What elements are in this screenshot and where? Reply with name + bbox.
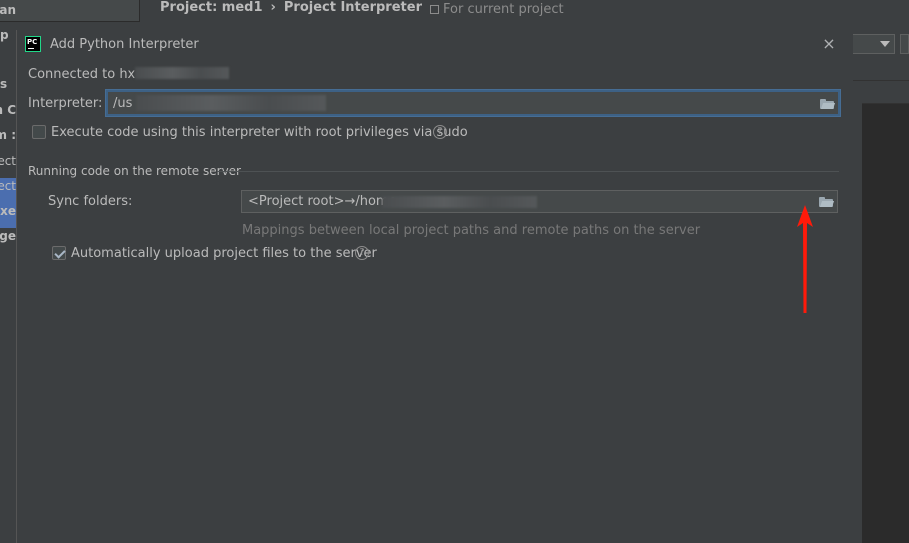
interpreter-combobox[interactable] (853, 34, 895, 54)
packages-table-header (862, 84, 909, 104)
sidebar-item[interactable]: Exe (0, 204, 16, 218)
interpreter-settings-button[interactable] (900, 34, 909, 54)
sidebar-item[interactable]: ge (0, 229, 16, 243)
sync-folders-hint: Mappings between local project paths and… (242, 223, 701, 238)
folder-icon[interactable] (820, 99, 836, 109)
interpreter-path-input[interactable]: /us (106, 90, 840, 116)
redacted-remote-path (382, 196, 537, 208)
for-current-project-label: For current project (443, 2, 564, 17)
dialog-title: Add Python Interpreter (50, 37, 199, 52)
interpreter-path-value: /us (113, 96, 133, 111)
sync-folders-input[interactable]: <Project root>→/home (241, 190, 838, 213)
auto-upload-label[interactable]: Automatically upload project files to th… (71, 246, 377, 261)
add-python-interpreter-dialog: PC Add Python Interpreter × Connected to… (16, 30, 853, 543)
close-icon[interactable]: × (821, 36, 837, 52)
connected-label: Connected to hx (28, 67, 136, 82)
divider (853, 80, 909, 81)
help-icon[interactable]: ? (355, 246, 369, 260)
auto-upload-checkbox[interactable] (52, 246, 66, 260)
project-scope-icon (430, 5, 439, 14)
breadcrumb: Project: med1 › Project Interpreter (160, 0, 422, 15)
sidebar-item[interactable]: : m (0, 128, 16, 142)
breadcrumb-project[interactable]: Project: med1 (160, 0, 263, 15)
red-arrow-annotation (797, 205, 813, 313)
sync-folders-label: Sync folders: (48, 194, 133, 209)
breadcrumb-separator: › (270, 0, 276, 15)
sudo-label[interactable]: Execute code using this interpreter with… (51, 125, 468, 140)
pycharm-logo-icon: PC (25, 36, 41, 52)
chevron-down-icon (880, 41, 890, 47)
remote-section-title: Running code on the remote server (28, 164, 241, 178)
sidebar-item[interactable]: s (0, 77, 16, 91)
connection-status: Connected to hx (28, 67, 230, 82)
for-current-project-note: For current project (430, 2, 564, 17)
sudo-checkbox[interactable] (32, 125, 46, 139)
sidebar-item[interactable]: an (0, 3, 16, 17)
sidebar-item[interactable]: n C (0, 103, 16, 117)
breadcrumb-page: Project Interpreter (283, 0, 422, 15)
settings-search-box[interactable] (0, 0, 140, 22)
sync-folders-value: <Project root>→/home (248, 194, 397, 209)
interpreter-label: Interpreter: (28, 96, 103, 111)
folder-icon[interactable] (819, 197, 835, 207)
dialog-title-bar: PC Add Python Interpreter × (17, 30, 854, 59)
section-divider (217, 171, 839, 172)
redacted-host (135, 67, 230, 79)
sidebar-item-selected[interactable]: ect (0, 154, 16, 168)
sidebar-item[interactable]: ect (0, 179, 16, 193)
sidebar-item[interactable]: p (0, 28, 16, 42)
redacted-path (136, 95, 326, 111)
packages-table (862, 84, 909, 543)
help-icon[interactable]: ? (433, 125, 447, 139)
